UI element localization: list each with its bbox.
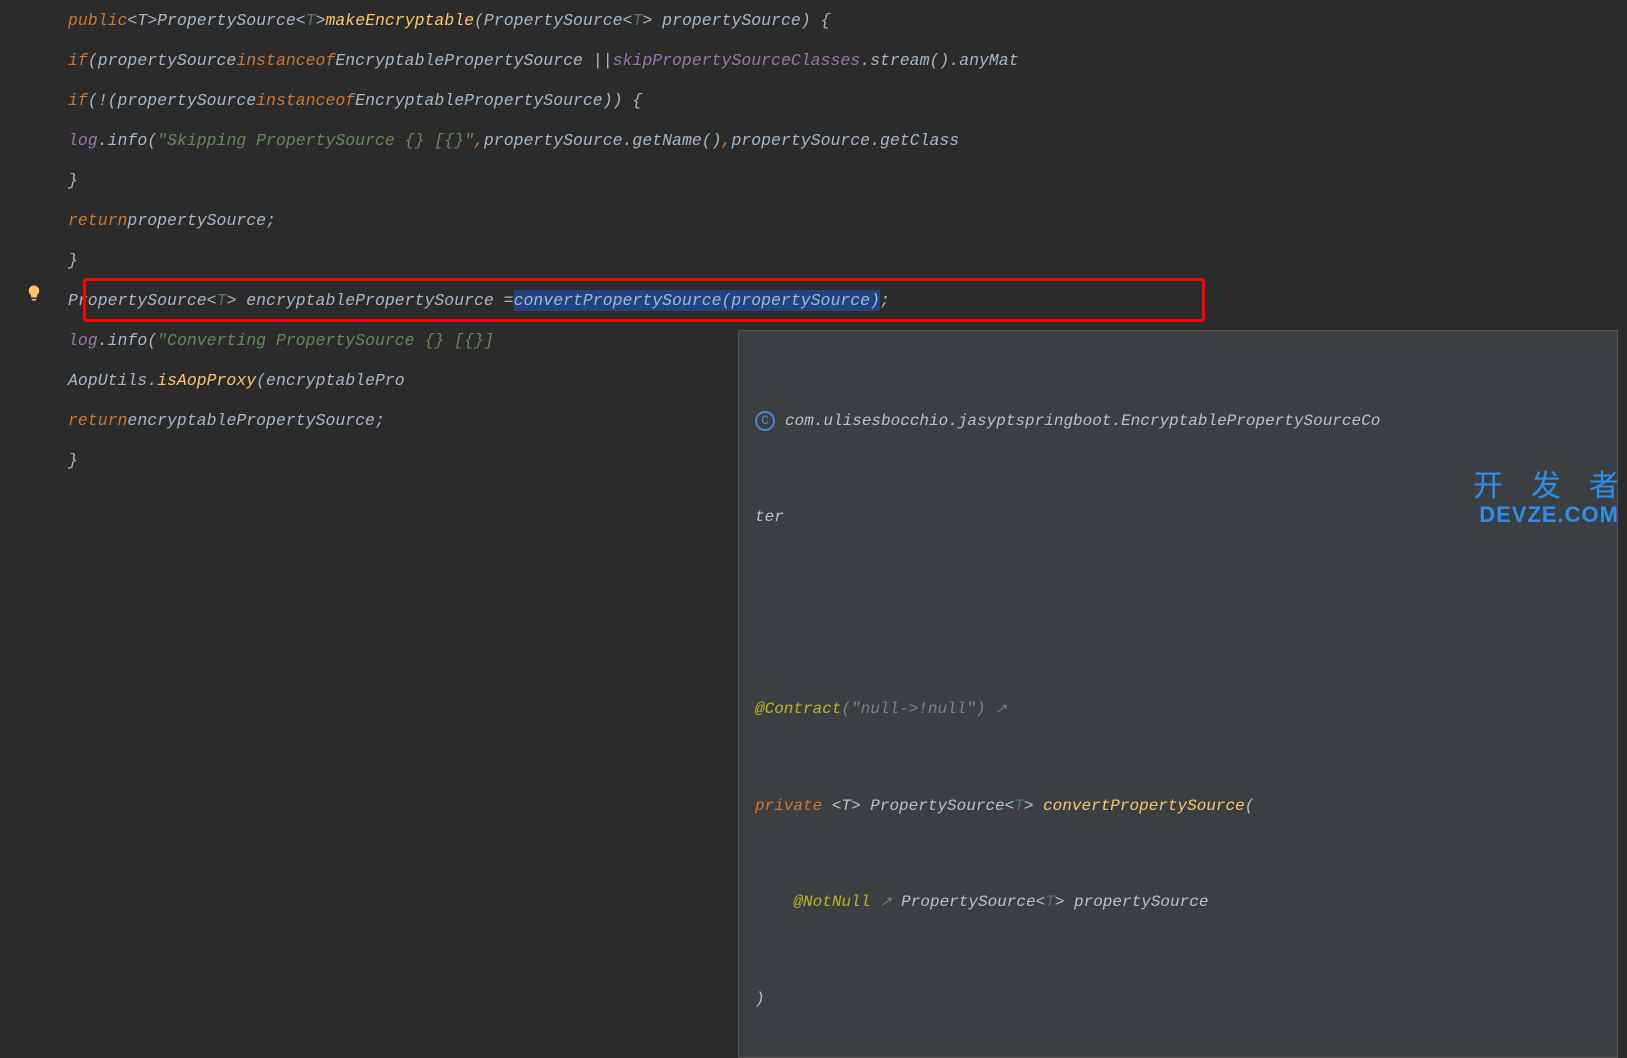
arrow-icon: ↗ xyxy=(995,702,1007,718)
class-fqn-row[interactable]: C com.ulisesbocchio.jasyptspringboot.Enc… xyxy=(755,405,1601,437)
watermark-cn: 开发者 xyxy=(1473,471,1627,503)
tooltip-close-paren: ) xyxy=(755,983,1601,1015)
selected-method-call[interactable]: convertPropertySource(propertySource) xyxy=(514,290,880,311)
code-line[interactable]: if (propertySource instanceof Encryptabl… xyxy=(68,40,1627,80)
class-fqn: com.ulisesbocchio.jasyptspringboot.Encry… xyxy=(785,405,1380,437)
code-line[interactable]: public <T> PropertySource<T> makeEncrypt… xyxy=(68,0,1627,40)
tooltip-signature: private <T> PropertySource<T> convertPro… xyxy=(755,790,1601,822)
code-line[interactable]: if (!(propertySource instanceof Encrypta… xyxy=(68,80,1627,120)
documentation-popup[interactable]: C com.ulisesbocchio.jasyptspringboot.Enc… xyxy=(738,330,1618,1058)
tooltip-contract: @Contract("null->!null") ↗ xyxy=(755,693,1601,726)
code-line[interactable]: PropertySource<T> encryptablePropertySou… xyxy=(68,280,1627,320)
tooltip-line xyxy=(755,597,1601,629)
code-line[interactable]: } xyxy=(68,240,1627,280)
tooltip-param: @NotNull ↗ PropertySource<T> propertySou… xyxy=(755,886,1601,919)
class-icon: C xyxy=(755,411,775,431)
watermark: 开发者 DEVZE.COM xyxy=(1473,471,1619,526)
code-line[interactable]: log.info("Skipping PropertySource {} [{}… xyxy=(68,120,1627,160)
editor-gutter xyxy=(0,0,60,530)
code-line[interactable]: return propertySource; xyxy=(68,200,1627,240)
lightbulb-icon[interactable] xyxy=(25,284,43,302)
code-line[interactable]: } xyxy=(68,160,1627,200)
arrow-icon: ↗ xyxy=(880,895,892,911)
watermark-en: DEVZE.COM xyxy=(1479,502,1619,527)
